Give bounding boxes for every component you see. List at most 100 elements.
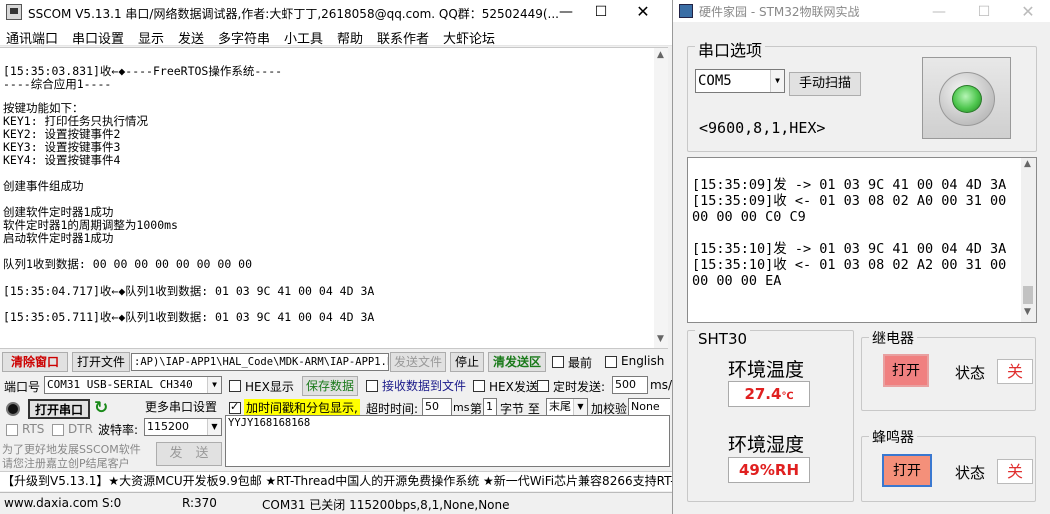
port-select[interactable]: COM31 USB-SERIAL CH340 ▼ <box>44 376 222 394</box>
chevron-down-icon[interactable]: ▼ <box>207 377 221 393</box>
hex-display-checkbox[interactable] <box>229 380 241 392</box>
maximize-icon[interactable]: ☐ <box>590 2 612 22</box>
iot-app-icon <box>679 4 693 18</box>
iot-window: 硬件家园 - STM32物联网实战 — ☐ ✕ 串口选项 COM5 ▼ 手动扫描… <box>672 0 1050 514</box>
log-line: [15:35:10]收 <- 01 03 08 02 A2 00 31 00 <box>692 257 1007 273</box>
timed-send-label: 定时发送: <box>553 380 606 394</box>
sscom-titlebar: SSCOM V5.13.1 串口/网络数据调试器,作者:大虾丁丁,2618058… <box>0 0 672 24</box>
relay-state-label: 状态 <box>955 364 986 382</box>
send-button[interactable]: 发 送 <box>156 442 222 466</box>
chevron-down-icon[interactable]: ▼ <box>770 70 784 92</box>
timestamp-label: 加时间戳和分包显示, <box>244 399 360 416</box>
scroll-down-icon[interactable]: ▼ <box>657 334 664 344</box>
end-value: 末尾 <box>549 400 571 413</box>
port-status-icon <box>6 402 20 416</box>
buzzer-open-button[interactable]: 打开 <box>882 454 932 487</box>
sscom-menubar: 通讯端口 串口设置 显示 发送 多字符串 小工具 帮助 联系作者 大虾论坛 <box>0 24 672 47</box>
dtr-label: DTR <box>68 422 93 436</box>
timed-send-checkbox[interactable] <box>537 380 549 392</box>
menu-display[interactable]: 显示 <box>138 28 164 47</box>
send-file-button[interactable]: 发送文件 <box>390 352 446 372</box>
chevron-down-icon[interactable]: ▼ <box>207 419 221 435</box>
recv-to-file-checkbox[interactable] <box>366 380 378 392</box>
recv-line: 创建事件组成功 <box>3 179 84 193</box>
scroll-up-icon[interactable]: ▲ <box>1024 159 1031 169</box>
refresh-icon[interactable]: ↻ <box>94 398 108 418</box>
menu-multi-string[interactable]: 多字符串 <box>218 28 270 47</box>
iot-port-value: COM5 <box>698 73 732 89</box>
stop-button[interactable]: 停止 <box>450 352 484 372</box>
hex-send-label: HEX发送 <box>489 380 538 394</box>
baud-label: 波特率: <box>98 423 139 437</box>
iot-log-area[interactable]: [15:35:09]发 -> 01 03 9C 41 00 04 4D 3A [… <box>687 157 1037 323</box>
scroll-thumb[interactable] <box>1023 286 1033 304</box>
timestamp-checkbox[interactable] <box>229 400 241 414</box>
buzzer-state-value[interactable]: 关 <box>997 459 1033 484</box>
close-icon[interactable]: ✕ <box>1017 2 1039 22</box>
recv-line: [15:35:05.711]收←◆队列1收到数据: 01 03 9C 41 00… <box>3 310 375 324</box>
english-checkbox[interactable] <box>605 356 617 368</box>
maximize-icon[interactable]: ☐ <box>973 2 995 22</box>
topmost-checkbox[interactable] <box>552 356 564 368</box>
relay-open-button[interactable]: 打开 <box>883 354 929 387</box>
log-line: [15:35:09]发 -> 01 03 9C 41 00 04 4D 3A <box>692 177 1007 193</box>
clear-window-button[interactable]: 清除窗口 <box>2 352 68 372</box>
topmost-label: 最前 <box>568 356 593 370</box>
manual-scan-button[interactable]: 手动扫描 <box>789 72 861 96</box>
humidity-value: 49%RH <box>728 457 810 483</box>
temp-value-box: 27.4℃ <box>728 381 810 407</box>
end-select[interactable]: 末尾 ▼ <box>546 398 588 416</box>
menu-serial-settings[interactable]: 串口设置 <box>72 28 124 47</box>
minimize-icon[interactable]: — <box>928 2 950 22</box>
recv-scrollbar[interactable]: ▲ ▼ <box>654 48 668 348</box>
scroll-down-icon[interactable]: ▼ <box>1024 307 1031 317</box>
baud-select[interactable]: 115200 ▼ <box>144 418 222 436</box>
rts-checkbox[interactable] <box>6 424 18 436</box>
file-path-field[interactable]: :AP)\IAP-APP1\HAL_Code\MDK-ARM\IAP-APP1.… <box>131 353 389 371</box>
open-port-button[interactable]: 打开串口 <box>28 399 90 419</box>
rts-label: RTS <box>22 422 45 436</box>
hex-display-label: HEX显示 <box>245 380 294 394</box>
temp-value: 27.4 <box>744 385 782 403</box>
sscom-app-icon <box>6 4 22 20</box>
buzzer-state-label: 状态 <box>955 464 986 482</box>
clear-send-button[interactable]: 清发送区 <box>488 352 546 372</box>
menu-send[interactable]: 发送 <box>178 28 204 47</box>
minimize-icon[interactable]: — <box>555 2 577 22</box>
save-data-button[interactable]: 保存数据 <box>302 376 358 396</box>
send-textarea[interactable]: YYJY168168168 <box>225 415 670 467</box>
open-file-button[interactable]: 打开文件 <box>72 352 130 372</box>
scroll-up-icon[interactable]: ▲ <box>657 50 664 60</box>
menu-forum[interactable]: 大虾论坛 <box>443 28 495 47</box>
status-led-icon <box>952 85 982 113</box>
menu-comm-port[interactable]: 通讯端口 <box>6 28 58 47</box>
iot-port-select[interactable]: COM5 ▼ <box>695 69 785 93</box>
menu-contact-author[interactable]: 联系作者 <box>377 28 429 47</box>
status-received: R:370 <box>182 496 217 510</box>
relay-state-value[interactable]: 关 <box>997 359 1033 384</box>
dtr-checkbox[interactable] <box>52 424 64 436</box>
status-bar: www.daxia.com S:0 R:370 COM31 已关闭 115200… <box>0 492 672 514</box>
log-line: 00 00 00 C0 C9 <box>692 209 806 225</box>
hex-send-checkbox[interactable] <box>473 380 485 392</box>
timeout-input[interactable]: 50 <box>422 398 452 416</box>
english-label: English <box>621 354 665 368</box>
interval-input[interactable]: 500 <box>612 376 648 394</box>
recv-line: 队列1收到数据: 00 00 00 00 00 00 00 00 <box>3 257 253 271</box>
log-scrollbar[interactable]: ▲ ▼ <box>1021 158 1036 322</box>
chevron-down-icon[interactable]: ▼ <box>573 399 587 415</box>
nth-input[interactable]: 1 <box>483 398 497 416</box>
checksum-select[interactable]: None <box>628 398 670 416</box>
recv-to-file-label: 接收数据到文件 <box>382 379 467 393</box>
close-icon[interactable]: ✕ <box>632 2 654 22</box>
recv-line: [15:35:04.717]收←◆队列1收到数据: 01 03 9C 41 00… <box>3 284 375 298</box>
more-settings-button[interactable]: 更多串口设置 <box>142 398 220 418</box>
menu-help[interactable]: 帮助 <box>337 28 363 47</box>
timeout-unit: ms <box>453 401 470 414</box>
receive-area[interactable]: [15:35:03.831]收←◆----FreeRTOS操作系统---- --… <box>0 47 668 349</box>
recv-line: 启动软件定时器1成功 <box>3 231 114 245</box>
ad-ticker[interactable]: 【升级到V5.13.1】★大资源MCU开发板9.9包邮 ★RT-Thread中国… <box>0 471 672 491</box>
menu-tools[interactable]: 小工具 <box>284 28 323 47</box>
status-site[interactable]: www.daxia.com <box>4 496 98 510</box>
serial-options-label: 串口选项 <box>695 37 766 61</box>
